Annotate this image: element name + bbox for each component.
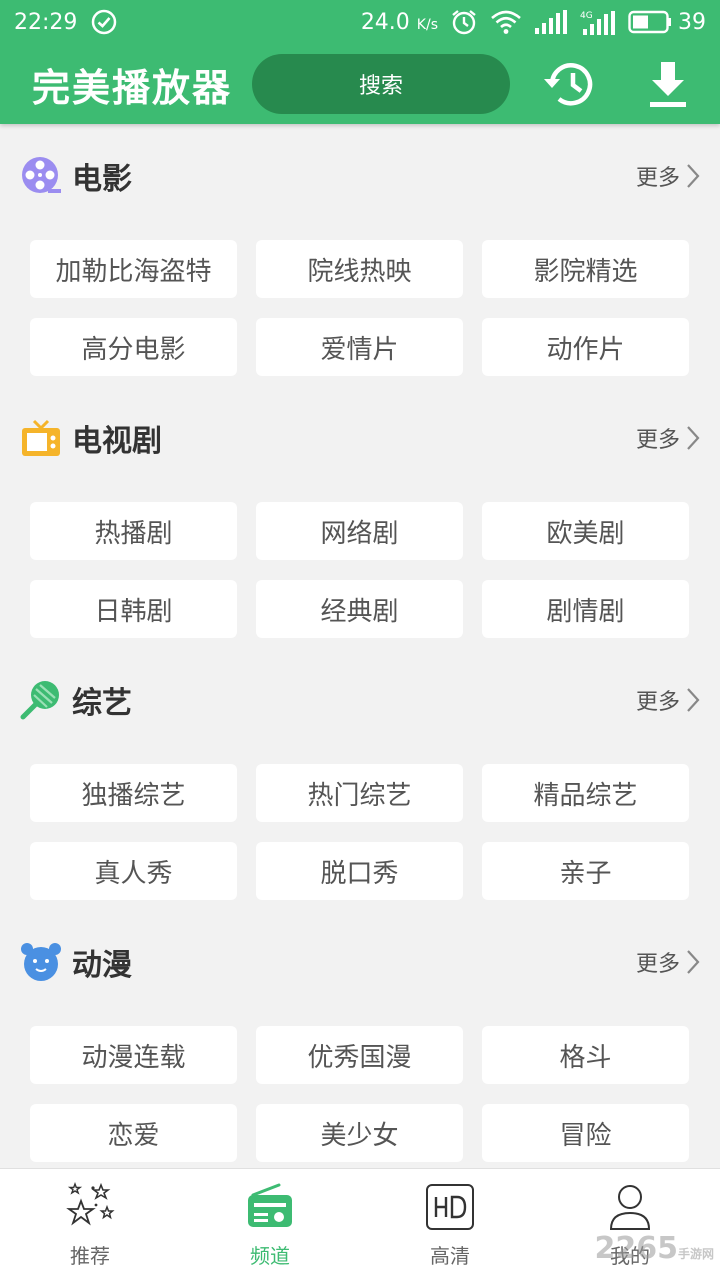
tag-button[interactable]: 网络剧 <box>256 502 463 560</box>
tag-button[interactable]: 真人秀 <box>30 842 237 900</box>
tag-button[interactable]: 精品综艺 <box>482 764 689 822</box>
radio-icon <box>243 1180 297 1234</box>
section-title: 电视剧 <box>72 424 162 459</box>
more-link[interactable]: 更多 <box>636 422 700 454</box>
section-header: 电视剧 更多 <box>0 386 720 490</box>
search-button[interactable]: 搜索 <box>252 54 510 114</box>
section-title: 综艺 <box>72 686 132 721</box>
tag-button[interactable]: 热门综艺 <box>256 764 463 822</box>
more-link[interactable]: 更多 <box>636 684 700 716</box>
battery-level: 39 <box>678 9 706 35</box>
tag-button[interactable]: 影院精选 <box>482 240 689 298</box>
tag-button[interactable]: 脱口秀 <box>256 842 463 900</box>
signal-icon <box>534 10 568 34</box>
battery-icon <box>628 10 671 34</box>
signal-4g-icon: 4G <box>580 9 616 35</box>
history-button[interactable] <box>542 56 598 112</box>
wifi-icon <box>490 9 522 35</box>
status-bar: 22:29 24.0 K/s 4G 39 <box>0 0 720 44</box>
tag-button[interactable]: 独播综艺 <box>30 764 237 822</box>
svg-text:4G: 4G <box>580 11 593 21</box>
chevron-right-icon <box>687 426 700 450</box>
lollipop-icon <box>20 679 62 721</box>
film-reel-icon <box>20 155 62 197</box>
tv-icon <box>20 417 62 459</box>
person-icon <box>603 1180 657 1234</box>
more-link[interactable]: 更多 <box>636 160 700 192</box>
section-header: 动漫 更多 <box>0 910 720 1014</box>
app-header: 22:29 24.0 K/s 4G 39 完美播放器 搜索 <box>0 0 720 124</box>
section-tv: 电视剧 更多 热播剧 网络剧 欧美剧 日韩剧 经典剧 剧情剧 <box>0 386 720 648</box>
tag-button[interactable]: 经典剧 <box>256 580 463 638</box>
check-circle-icon <box>91 9 117 35</box>
nav-label: 频道 <box>250 1244 290 1268</box>
chevron-right-icon <box>687 164 700 188</box>
channel-list[interactable]: 电影 更多 加勒比海盗特 院线热映 影院精选 高分电影 爱情片 动作片 电视剧 … <box>0 124 720 1168</box>
battery-indicator: 39 <box>628 10 706 35</box>
nav-label: 高清 <box>430 1244 470 1268</box>
nav-hd[interactable]: 高清 <box>360 1169 540 1280</box>
tag-button[interactable]: 剧情剧 <box>482 580 689 638</box>
nav-recommend[interactable]: 推荐 <box>0 1169 180 1280</box>
section-title: 动漫 <box>72 948 132 983</box>
section-header: 综艺 更多 <box>0 648 720 752</box>
net-speed: 24.0 K/s <box>360 9 438 35</box>
alarm-icon <box>450 8 478 36</box>
tag-button[interactable]: 欧美剧 <box>482 502 689 560</box>
tag-button[interactable]: 亲子 <box>482 842 689 900</box>
chevron-right-icon <box>687 688 700 712</box>
chevron-right-icon <box>687 950 700 974</box>
tag-button[interactable]: 动作片 <box>482 318 689 376</box>
stars-icon <box>63 1180 117 1234</box>
more-link[interactable]: 更多 <box>636 946 700 978</box>
section-variety: 综艺 更多 独播综艺 热门综艺 精品综艺 真人秀 脱口秀 亲子 <box>0 648 720 910</box>
app-bar: 完美播放器 搜索 <box>0 44 720 124</box>
tag-button[interactable]: 爱情片 <box>256 318 463 376</box>
tag-button[interactable]: 美少女 <box>256 1104 463 1162</box>
nav-channel[interactable]: 频道 <box>180 1169 360 1280</box>
download-icon <box>650 62 686 107</box>
section-title: 电影 <box>72 162 132 197</box>
tag-button[interactable]: 热播剧 <box>30 502 237 560</box>
tag-button[interactable]: 优秀国漫 <box>256 1026 463 1084</box>
app-title: 完美播放器 <box>32 65 233 110</box>
download-button[interactable] <box>640 56 696 112</box>
tag-button[interactable]: 加勒比海盗特 <box>30 240 237 298</box>
section-movie: 电影 更多 加勒比海盗特 院线热映 影院精选 高分电影 爱情片 动作片 <box>0 124 720 386</box>
bear-face-icon <box>20 941 62 983</box>
tag-button[interactable]: 院线热映 <box>256 240 463 298</box>
hd-icon <box>423 1180 477 1234</box>
watermark: 2265手游网 <box>594 1231 714 1266</box>
tag-button[interactable]: 恋爱 <box>30 1104 237 1162</box>
tag-button[interactable]: 冒险 <box>482 1104 689 1162</box>
history-icon <box>544 63 593 106</box>
tag-button[interactable]: 动漫连载 <box>30 1026 237 1084</box>
tag-button[interactable]: 高分电影 <box>30 318 237 376</box>
section-header: 电影 更多 <box>0 124 720 228</box>
status-time: 22:29 <box>14 9 78 35</box>
tag-button[interactable]: 格斗 <box>482 1026 689 1084</box>
section-anime: 动漫 更多 动漫连载 优秀国漫 格斗 恋爱 美少女 冒险 <box>0 910 720 1168</box>
nav-label: 推荐 <box>70 1244 110 1268</box>
tag-button[interactable]: 日韩剧 <box>30 580 237 638</box>
